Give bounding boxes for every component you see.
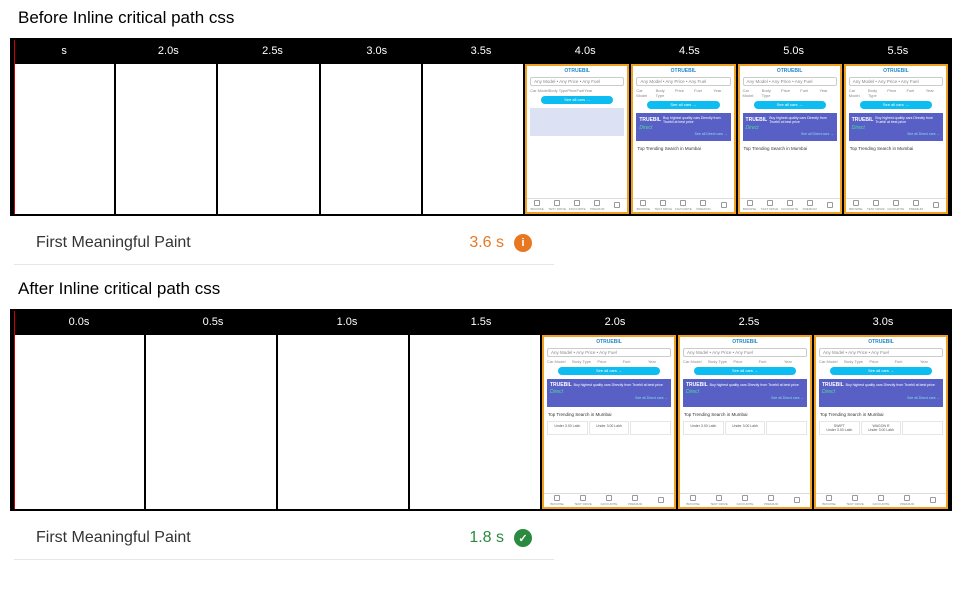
tick: 4.5s [637,40,741,62]
after-title: After Inline critical path css [0,271,962,307]
before-filmstrip: s 2.0s 2.5s 3.0s 3.5s 4.0s 4.5s 5.0s 5.5… [10,38,952,216]
after-frames: OTRUEBIL Any Model • Any Price • Any Fue… [12,333,950,511]
tick: 3.0s [325,40,429,62]
promo-banner[interactable]: TRUEBILBuy highest quality cars Directly… [547,379,671,407]
frame-blank [278,335,408,509]
tick: 3.0s [816,311,950,333]
search-input[interactable]: Any Model • Any Price • Any Fuel [530,77,624,86]
trend-card[interactable] [630,421,671,435]
nav-icon[interactable] [594,200,600,206]
tick: 5.0s [742,40,846,62]
tick: 4.0s [533,40,637,62]
tick: 2.5s [682,311,816,333]
trending-cards: Under 3.00 LakhUnder 3.00 Lakh [547,421,671,435]
brand-logo: OTRUEBIL [527,66,627,76]
timeline-cursor [14,40,15,214]
filter-row: Car ModelBody TypePriceFuelYear [530,88,624,93]
frame-blank [14,64,114,214]
after-timeline: 0.0s 0.5s 1.0s 1.5s 2.0s 2.5s 3.0s [12,311,950,333]
frame-content: OTRUEBIL Any Model • Any Price • Any Fue… [814,335,948,509]
nav-icon[interactable] [534,200,540,206]
check-icon: ✓ [514,529,532,547]
trend-card[interactable]: Under 3.00 Lakh [589,421,630,435]
tick: 1.0s [280,311,414,333]
tick: s [12,40,116,62]
nav-icon[interactable] [574,200,580,206]
search-input[interactable]: Any Model • Any Price • Any Fuel [636,77,730,86]
see-all-button[interactable]: See all cars → [541,96,613,104]
filter[interactable]: Body Type [549,88,568,93]
frame-partial: OTRUEBIL Any Model • Any Price • Any Fue… [525,64,629,214]
timeline-cursor [14,311,15,509]
bottom-nav: BROWSETEST DRIVEFAVOURITEPREMIUM [527,198,627,212]
app-preview: OTRUEBIL Any Model • Any Price • Any Fue… [527,66,627,212]
tick: 3.5s [429,40,533,62]
frame-blank [410,335,540,509]
info-icon[interactable]: i [514,234,532,252]
tick: 1.5s [414,311,548,333]
see-all-button[interactable]: See all cars → [647,101,719,109]
frame-blank [423,64,523,214]
before-frames: OTRUEBIL Any Model • Any Price • Any Fue… [12,62,950,216]
app-preview: OTRUEBIL Any Model • Any Price • Any Fue… [544,337,674,507]
metric-label: First Meaningful Paint [36,234,469,252]
before-title: Before Inline critical path css [0,0,962,36]
tick: 0.0s [12,311,146,333]
filter[interactable]: Price [567,88,576,93]
tick: 0.5s [146,311,280,333]
menu-icon[interactable] [614,202,620,208]
frame-blank [146,335,276,509]
promo-banner[interactable] [530,108,624,136]
app-preview: OTRUEBIL Any Model • Any Price • Any Fue… [633,66,733,212]
tick: 2.0s [548,311,682,333]
search-input[interactable]: Any Model • Any Price • Any Fuel [547,348,671,357]
nav-icon[interactable] [554,200,560,206]
metric-before: First Meaningful Paint 3.6 s i [14,222,554,265]
after-filmstrip: 0.0s 0.5s 1.0s 1.5s 2.0s 2.5s 3.0s OTRUE… [10,309,952,511]
trend-card[interactable]: Under 3.00 Lakh [547,421,588,435]
tick: 5.5s [846,40,950,62]
metric-label: First Meaningful Paint [36,529,469,547]
frame-content: OTRUEBIL Any Model • Any Price • Any Fue… [631,64,735,214]
filter[interactable]: Car Model [530,88,548,93]
brand-logo: OTRUEBIL [633,66,733,76]
frame-content: OTRUEBIL Any Model • Any Price • Any Fue… [738,64,842,214]
tick: 2.0s [116,40,220,62]
frame-blank [116,64,216,214]
frame-blank [321,64,421,214]
trending-heading: Top Trending Search in Mumbai [637,146,729,151]
see-all-button[interactable]: See all cars → [558,367,660,375]
frame-blank [14,335,144,509]
metric-after: First Meaningful Paint 1.8 s ✓ [14,517,554,560]
frame-content: OTRUEBIL Any Model • Any Price • Any Fue… [844,64,948,214]
before-timeline: s 2.0s 2.5s 3.0s 3.5s 4.0s 4.5s 5.0s 5.5… [12,40,950,62]
metric-value: 1.8 s [469,529,504,547]
frame-content: OTRUEBIL Any Model • Any Price • Any Fue… [542,335,676,509]
frame-blank [218,64,318,214]
metric-value: 3.6 s [469,234,504,252]
tick: 2.5s [220,40,324,62]
filter[interactable]: Year [584,88,592,93]
promo-banner[interactable]: TRUEBILBuy highest quality cars Directly… [636,113,730,141]
frame-content: OTRUEBIL Any Model • Any Price • Any Fue… [678,335,812,509]
